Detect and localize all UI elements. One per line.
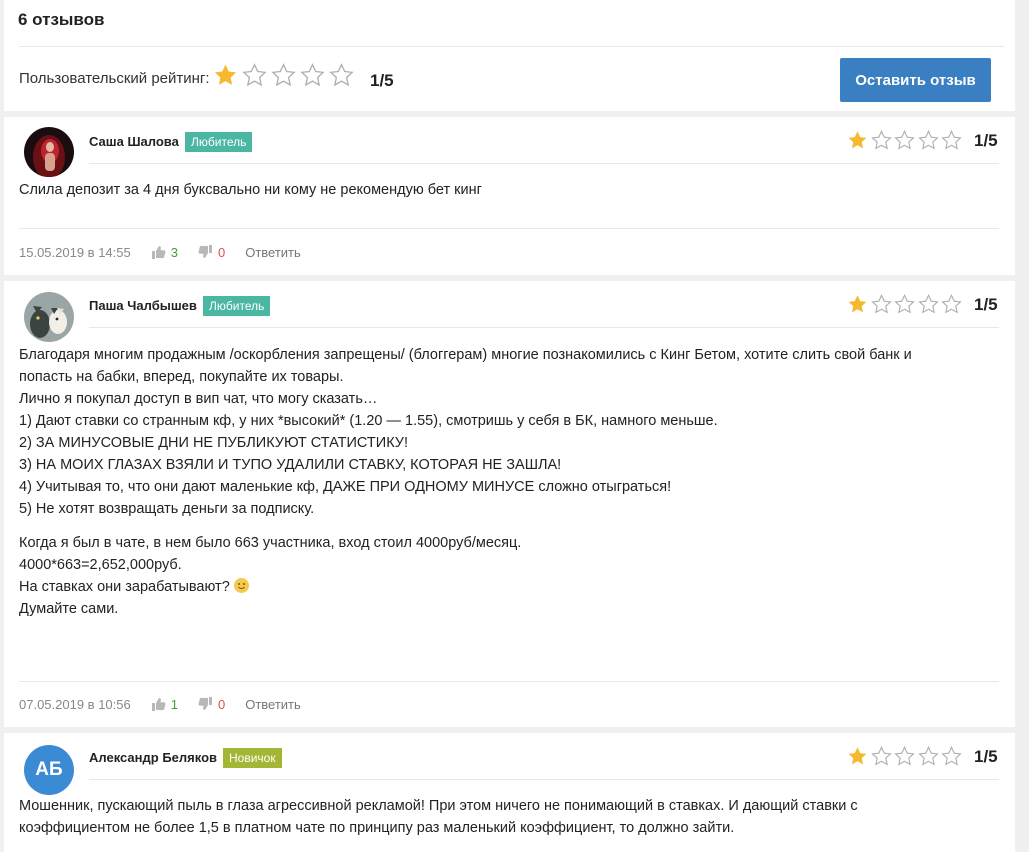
review-text-line: 4000*663=2,652,000руб. [19,557,182,573]
star-empty-icon [894,130,915,150]
star-empty-icon [941,746,962,766]
star-filled-icon [848,131,867,149]
review-text-line: коэффициентом не более 1,5 в платном чат… [19,820,735,836]
review-text-line: Думайте сами. [19,601,119,617]
star-empty-icon [917,746,939,766]
review-text-line: Мошенник, пускающий пыль в глаза агресси… [19,798,858,814]
thumb-down-icon [198,245,212,258]
thumb-up-icon [151,246,166,259]
thumb-down-icon [198,697,212,710]
divider [19,228,999,229]
user-badge: Любитель [203,296,271,316]
reply-link[interactable]: Ответить [245,245,301,260]
review-author[interactable]: Паша Чалбышев [89,298,197,313]
user-rating-stars[interactable] [213,63,354,88]
review-text: Слила депозит за 4 дня буксвально ни ком… [19,179,999,201]
star-empty-icon[interactable] [329,63,354,88]
star-empty-icon [941,130,962,150]
star-filled-icon [848,295,867,313]
review-text-span: На ставках они зарабатывают? [19,579,230,595]
star-empty-icon[interactable] [271,63,296,88]
star-empty-icon [870,294,892,314]
divider [89,327,999,328]
star-empty-icon [870,130,892,150]
thumb-up-icon [151,698,166,711]
star-empty-icon [917,294,939,314]
likes-count: 1 [170,696,178,712]
review-text-line: 1) Дают ставки со странным кф, у них *вы… [19,413,718,429]
review-author[interactable]: Александр Беляков [89,750,217,765]
star-empty-icon[interactable] [300,63,325,88]
review-rating-value: 1/5 [974,131,998,150]
review-author[interactable]: Саша Шалова [89,134,179,149]
divider [89,779,999,780]
avatar[interactable]: АБ [24,745,74,795]
review-text-line: 3) НА МОИХ ГЛАЗАХ ВЗЯЛИ И ТУПО УДАЛИЛИ С… [19,457,562,473]
review-text: Благодаря многим продажным /оскорбления … [19,344,999,620]
user-badge: Любитель [185,132,253,152]
reviews-summary-card: 6 отзывов Пользовательский рейтинг: 1/5 … [4,0,1015,111]
smile-emoji-icon [233,578,249,593]
review-rating-stars [847,130,962,151]
star-empty-icon[interactable] [242,63,267,88]
review-text-line: На ставках они зарабатывают? [19,576,999,598]
review-rating-value: 1/5 [974,747,998,766]
divider [19,46,1004,47]
leave-review-button[interactable]: Оставить отзыв [840,58,991,102]
review-text-line: 2) ЗА МИНУСОВЫЕ ДНИ НЕ ПУБЛИКУЮТ СТАТИСТ… [19,435,409,451]
reply-link[interactable]: Ответить [245,697,301,712]
review-text-line: Слила депозит за 4 дня буксвально ни ком… [19,182,482,198]
review-rating-stars [847,746,962,767]
review-rating-stars [847,294,962,315]
star-empty-icon [870,746,892,766]
star-empty-icon [894,746,915,766]
dislikes-count: 0 [217,696,226,712]
star-empty-icon [894,294,915,314]
review-text-line: Лично я покупал доступ в вип чат, что мо… [19,391,378,407]
avatar[interactable] [24,292,74,342]
user-badge: Новичок [223,748,282,768]
review-card: АБ Александр Беляков Новичок 1/5 Мошенни… [4,733,1015,852]
review-rating-value: 1/5 [974,295,998,314]
review-text-line: 4) Учитывая то, что они дают маленькие к… [19,479,672,495]
review-footer: 07.05.2019 в 10:56 1 0 Ответить [19,694,301,714]
reviews-count: 6 отзывов [18,10,105,29]
review-card: Саша Шалова Любитель 1/5 Слила депозит з… [4,117,1015,275]
review-text-line: 5) Не хотят возвращать деньги за подписк… [19,501,315,517]
star-filled-icon [848,747,867,765]
avatar[interactable] [24,127,74,177]
divider [89,163,999,164]
dislike-button[interactable]: 0 [198,245,225,260]
review-card: Паша Чалбышев Любитель 1/5 Благодаря мно… [4,281,1015,727]
review-text-line: Благодаря многим продажным /оскорбления … [19,347,912,363]
review-footer: 15.05.2019 в 14:55 3 0 Ответить [19,242,301,262]
like-button[interactable]: 1 [151,697,178,712]
like-button[interactable]: 3 [151,245,178,260]
star-filled-icon[interactable] [213,63,238,88]
star-empty-icon [917,130,939,150]
review-date: 07.05.2019 в 10:56 [19,696,131,712]
dislikes-count: 0 [217,244,226,260]
review-date: 15.05.2019 в 14:55 [19,244,131,260]
user-rating-value: 1/5 [370,71,394,90]
review-text-line: Когда я был в чате, в нем было 663 участ… [19,535,522,551]
review-text: Мошенник, пускающий пыль в глаза агресси… [19,795,999,839]
user-rating-label: Пользовательский рейтинг: [19,70,210,87]
dislike-button[interactable]: 0 [198,697,225,712]
star-empty-icon [941,294,962,314]
divider [19,681,999,682]
likes-count: 3 [170,244,178,260]
review-text-line: попасть на бабки, вперед, покупайте их т… [19,369,344,385]
